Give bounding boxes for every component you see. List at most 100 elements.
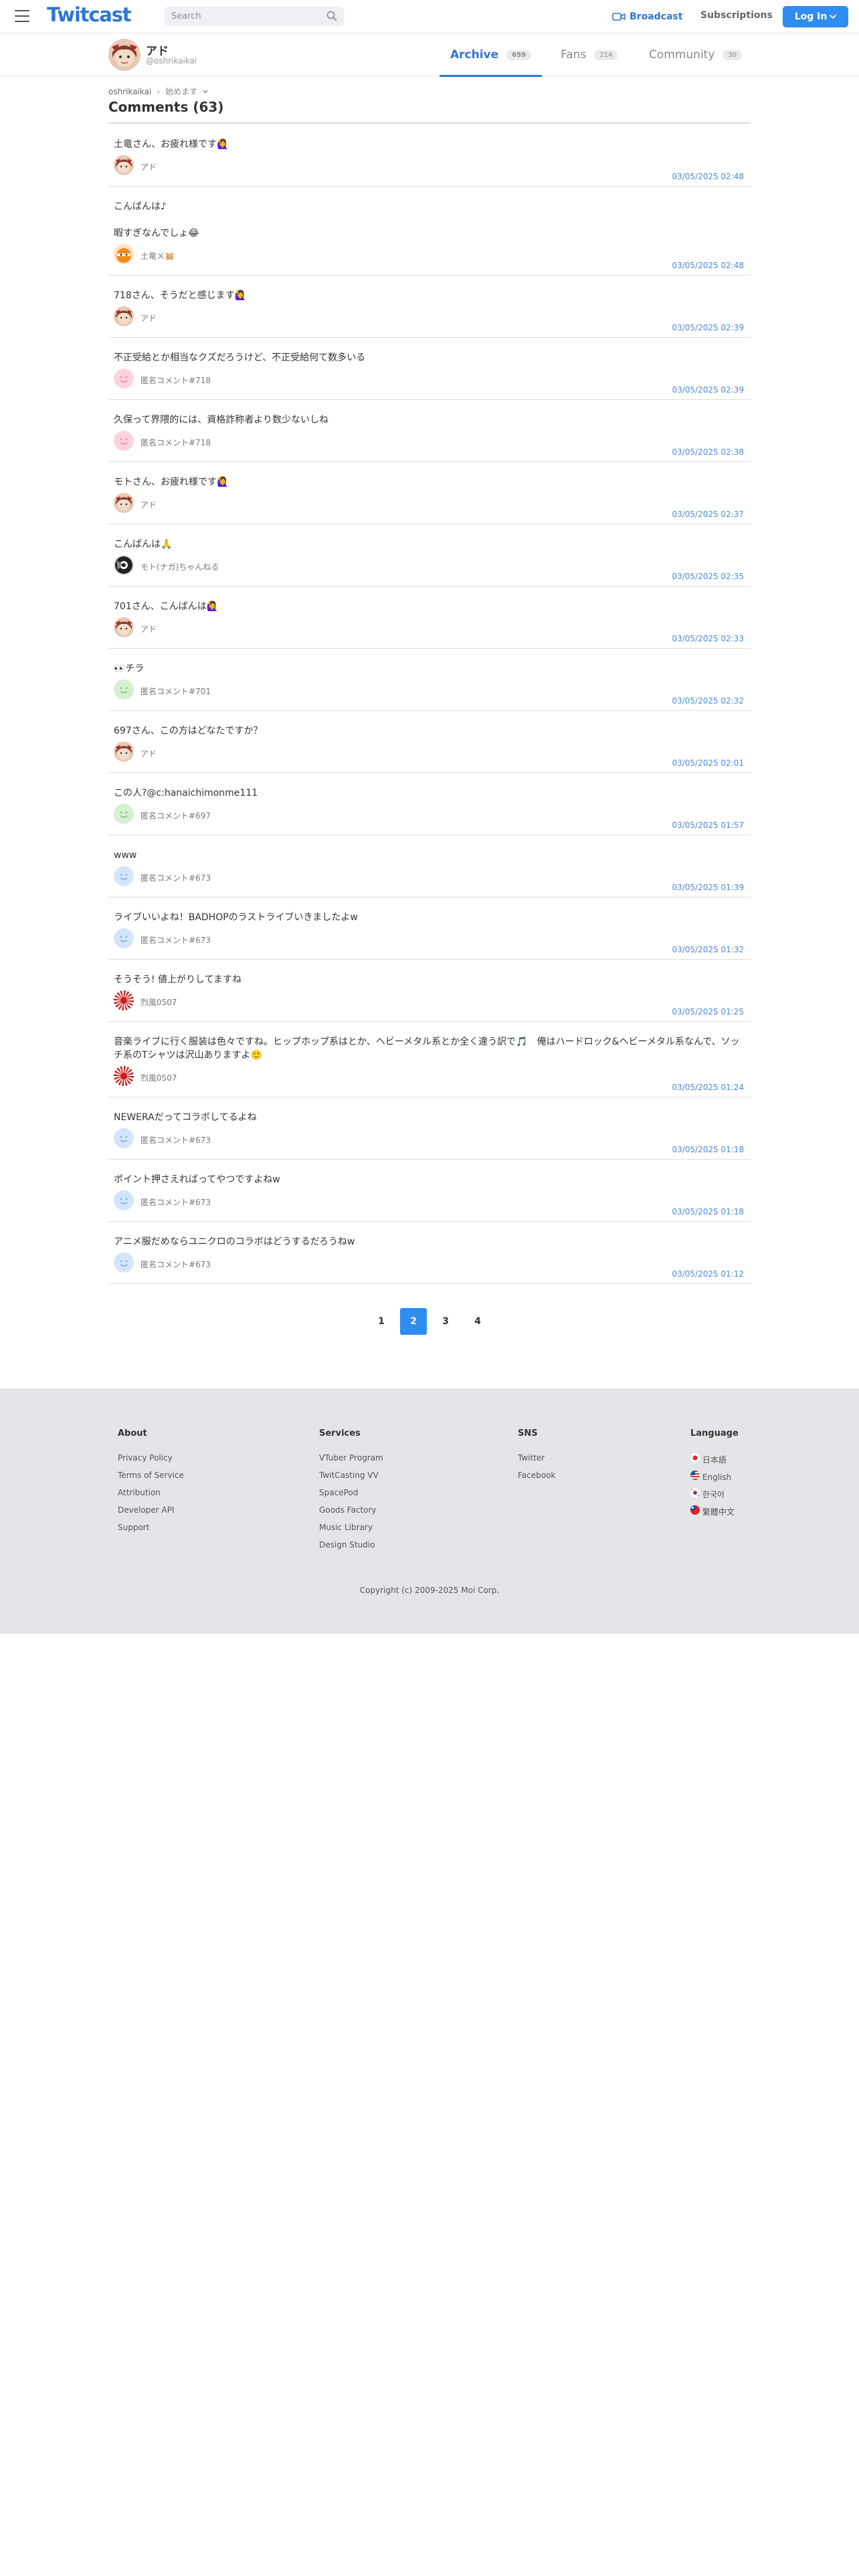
comment-username[interactable]: アド	[140, 161, 157, 173]
footer-link[interactable]: SpacePod	[319, 1488, 383, 1505]
avatar[interactable]	[114, 990, 134, 1010]
comment-timestamp[interactable]: 03/05/2025 02:33	[672, 634, 744, 643]
hamburger-menu-icon[interactable]	[15, 10, 29, 22]
avatar[interactable]	[114, 1128, 134, 1148]
footer-link[interactable]: Goods Factory	[319, 1505, 383, 1523]
comment-timestamp[interactable]: 03/05/2025 02:48	[672, 261, 744, 270]
avatar[interactable]	[114, 928, 134, 948]
breadcrumb-user[interactable]: oshrikaikai	[108, 87, 151, 96]
site-logo[interactable]: Twitcast	[47, 3, 132, 26]
comment-username[interactable]: アド	[140, 312, 157, 324]
broadcast-button[interactable]: Broadcast	[612, 10, 682, 23]
comment-timestamp[interactable]: 03/05/2025 01:18	[672, 1145, 744, 1154]
avatar[interactable]	[114, 244, 134, 264]
comment-username[interactable]: 土竜ㄨ🐹	[140, 250, 175, 261]
footer-link-twitter[interactable]: Twitter	[518, 1453, 555, 1471]
comment-timestamp[interactable]: 03/05/2025 01:12	[672, 1269, 744, 1279]
comment-username[interactable]: 匿名コメント#673	[140, 1196, 211, 1208]
page-button-2[interactable]: 2	[400, 1308, 427, 1335]
comment-username[interactable]: 匿名コメント#718	[140, 437, 211, 448]
avatar[interactable]	[114, 679, 134, 700]
comment-timestamp[interactable]: 03/05/2025 02:39	[672, 385, 744, 395]
comment-text: 697さん、この方はどなたですか？	[114, 726, 263, 736]
footer-about: About Privacy Policy Terms of Service At…	[118, 1428, 184, 1540]
comment-timestamp[interactable]: 03/05/2025 02:38	[672, 447, 744, 457]
comment-item: www 匿名コメント#673 03/05/2025 01:39	[108, 835, 751, 897]
footer-link[interactable]: Terms of Service	[118, 1471, 184, 1488]
comment-username[interactable]: 烈風0507	[140, 996, 177, 1008]
footer-link[interactable]: Support	[118, 1523, 184, 1540]
comment-text: 久保って界隈的には、資格詐称者より数少ないしね	[114, 415, 329, 425]
search-icon[interactable]	[326, 11, 337, 21]
page-button-1[interactable]: 1	[368, 1308, 395, 1335]
tab-community[interactable]: Community 30	[649, 33, 743, 76]
comment-timestamp[interactable]: 03/05/2025 01:39	[672, 883, 744, 892]
comment-text: ライブいいよね！BADHOPのラストライブいきましたよw	[114, 912, 358, 923]
comment-username[interactable]: 匿名コメント#718	[140, 374, 211, 386]
footer-link[interactable]: Music Library	[319, 1523, 383, 1540]
login-label: Log In	[794, 11, 828, 22]
comment-text: 不正受給とか相当なクズだろうけど、不正受給何て数多いる	[114, 352, 366, 363]
comment-timestamp[interactable]: 03/05/2025 02:35	[672, 572, 744, 581]
footer-link[interactable]: VTuber Program	[319, 1453, 383, 1471]
comment-username[interactable]: 匿名コメント#697	[140, 810, 211, 821]
chevron-down-icon[interactable]	[203, 90, 208, 94]
comment-username[interactable]: 匿名コメント#701	[140, 685, 211, 697]
language-option-en[interactable]: English	[690, 1471, 739, 1488]
page-button-3[interactable]: 3	[432, 1308, 459, 1335]
footer-heading: SNS	[518, 1428, 538, 1438]
comment-username[interactable]: 匿名コメント#673	[140, 934, 211, 946]
comment-timestamp[interactable]: 03/05/2025 01:18	[672, 1207, 744, 1216]
avatar[interactable]	[114, 617, 134, 637]
comment-timestamp[interactable]: 03/05/2025 02:37	[672, 510, 744, 519]
tab-count: 30	[723, 49, 743, 60]
tab-archive[interactable]: Archive 659	[439, 33, 543, 77]
avatar[interactable]	[114, 431, 134, 451]
breadcrumb-current[interactable]: 始めます	[165, 86, 197, 97]
search-input[interactable]	[165, 7, 318, 26]
footer-link[interactable]: Design Studio	[319, 1540, 383, 1558]
avatar[interactable]	[114, 804, 134, 824]
comment-timestamp[interactable]: 03/05/2025 02:39	[672, 323, 744, 332]
comment-timestamp[interactable]: 03/05/2025 01:32	[672, 945, 744, 954]
search-box[interactable]	[165, 7, 344, 26]
avatar[interactable]	[114, 306, 134, 326]
footer-link[interactable]: TwitCasting VV	[319, 1471, 383, 1488]
comment-username[interactable]: 匿名コメント#673	[140, 872, 211, 883]
avatar[interactable]	[114, 742, 134, 762]
avatar[interactable]	[114, 555, 134, 575]
comment-item: ポイント押さえればってやつですよねw 匿名コメント#673 03/05/2025 0…	[108, 1160, 751, 1222]
language-option-zh[interactable]: 繁體中文	[690, 1505, 739, 1523]
comment-username[interactable]: 烈風0507	[140, 1072, 177, 1083]
avatar[interactable]	[114, 1253, 134, 1273]
comment-username[interactable]: アド	[140, 623, 157, 635]
comment-username[interactable]: アド	[140, 499, 157, 510]
comment-username[interactable]: モト(ナガ)ちゃんねる	[140, 561, 219, 572]
language-option-ko[interactable]: 한국어	[690, 1488, 739, 1505]
comment-timestamp[interactable]: 03/05/2025 02:48	[672, 172, 744, 181]
login-button[interactable]: Log In	[783, 6, 848, 27]
profile-avatar[interactable]	[108, 39, 140, 71]
avatar[interactable]	[114, 155, 134, 175]
footer-link[interactable]: Privacy Policy	[118, 1453, 184, 1471]
avatar[interactable]	[114, 493, 134, 513]
language-option-ja[interactable]: 日本語	[690, 1453, 739, 1471]
comment-timestamp[interactable]: 03/05/2025 01:57	[672, 821, 744, 830]
comment-timestamp[interactable]: 03/05/2025 02:01	[672, 758, 744, 768]
footer-link[interactable]: Developer API	[118, 1505, 184, 1523]
tab-fans[interactable]: Fans 214	[561, 33, 618, 76]
footer-link-facebook[interactable]: Facebook	[518, 1471, 555, 1488]
avatar[interactable]	[114, 1190, 134, 1210]
comment-timestamp[interactable]: 03/05/2025 02:32	[672, 696, 744, 706]
footer-link[interactable]: Attribution	[118, 1488, 184, 1505]
comment-username[interactable]: 匿名コメント#673	[140, 1259, 211, 1270]
page-button-4[interactable]: 4	[464, 1308, 491, 1335]
comment-username[interactable]: 匿名コメント#673	[140, 1134, 211, 1146]
avatar[interactable]	[114, 866, 134, 886]
comment-timestamp[interactable]: 03/05/2025 01:24	[672, 1083, 744, 1092]
avatar[interactable]	[114, 368, 134, 389]
comment-timestamp[interactable]: 03/05/2025 01:25	[672, 1007, 744, 1016]
comment-username[interactable]: アド	[140, 748, 157, 759]
avatar[interactable]	[114, 1066, 134, 1086]
subscriptions-link[interactable]: Subscriptions	[700, 10, 773, 23]
